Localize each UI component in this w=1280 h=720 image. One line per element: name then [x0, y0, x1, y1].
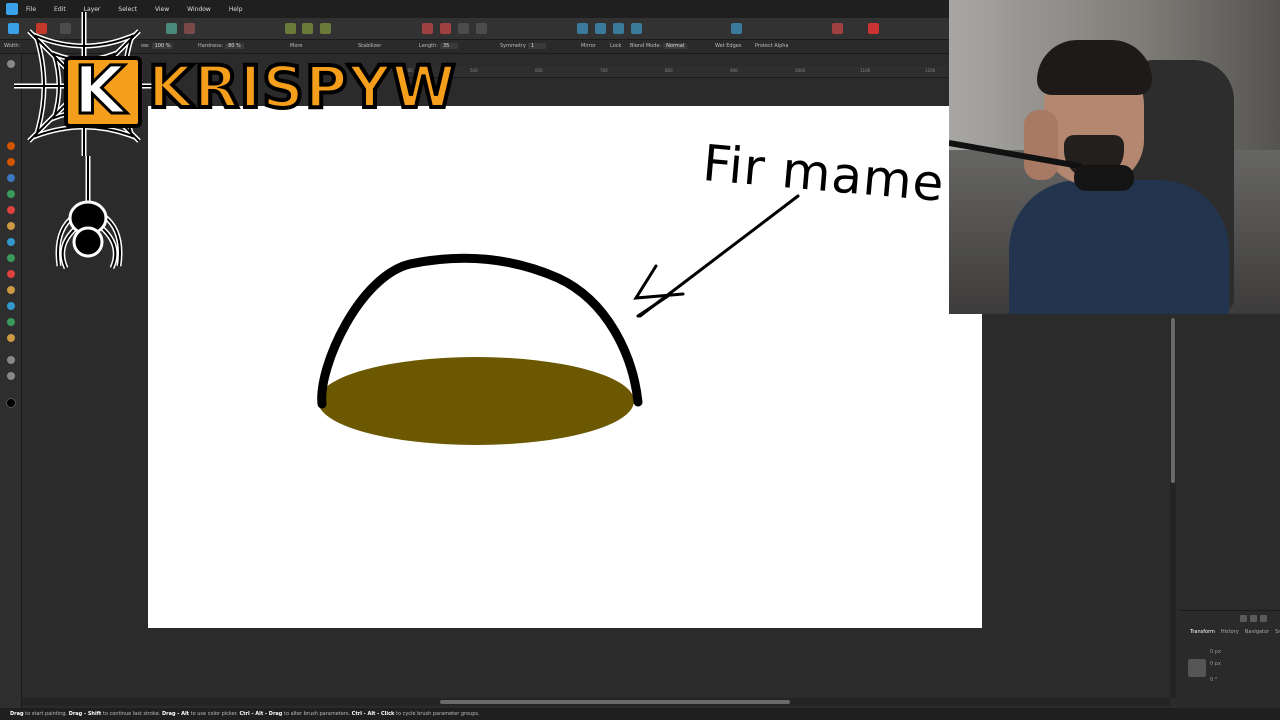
arrange-front-icon[interactable] [631, 23, 642, 34]
refine-icon[interactable] [458, 23, 469, 34]
anchor-selector-icon[interactable] [1188, 659, 1206, 677]
symmetry-label: Symmetry [500, 43, 526, 49]
status-hint-key: Ctrl - Alt - Drag [239, 711, 283, 717]
crop-icon[interactable] [832, 23, 843, 34]
status-hint-text: to alter brush parameters. [282, 711, 352, 717]
tab-snapshots[interactable]: Sn [1275, 629, 1280, 639]
hand-tool-icon[interactable] [7, 356, 15, 364]
transform-rotation-field[interactable]: 0 ° [1210, 677, 1217, 683]
vertical-scroll-thumb[interactable] [1171, 318, 1175, 483]
webcam-person-hair [1037, 40, 1152, 95]
wet-edges-toggle[interactable]: Wet Edges [715, 43, 741, 49]
status-bar: Drag to start painting. Drag - Shift to … [0, 708, 1280, 720]
align-icon[interactable] [731, 23, 742, 34]
horizontal-scroll-thumb[interactable] [440, 700, 790, 704]
arrange-forward-icon[interactable] [613, 23, 624, 34]
lock-toggle[interactable]: Lock [610, 43, 621, 49]
mask-icon[interactable] [422, 23, 433, 34]
panel-fx-icon[interactable] [1260, 615, 1267, 622]
transform-x-field[interactable]: 0 px [1210, 649, 1221, 655]
horizontal-ruler: 400 500 600 700 800 900 1000 1100 1200 [395, 66, 950, 78]
shape-tool-icon[interactable] [7, 318, 15, 326]
ruler-tick: 1100 [860, 68, 871, 73]
status-hint-text: to use color picker. [189, 711, 240, 717]
quick-mask-icon[interactable] [440, 23, 451, 34]
tab-navigator[interactable]: Navigator [1245, 629, 1269, 639]
blend-mode-label: Blend Mode: [630, 43, 662, 49]
panel-tabs: Transform History Navigator Sn [1180, 629, 1280, 639]
smudge-tool-icon[interactable] [7, 286, 15, 294]
panel-icons [1240, 615, 1267, 622]
channel-logo: K KRISPYW [4, 6, 457, 274]
panel-layers-icon[interactable] [1240, 615, 1247, 622]
ruler-tick: 1000 [795, 68, 806, 73]
symmetry-control[interactable]: Symmetry 1 [500, 43, 546, 49]
length-label: Length: [419, 43, 438, 49]
ruler-tick: 700 [600, 68, 608, 73]
webcam-overlay [949, 0, 1280, 314]
logo-brand-text: KRISPYW [146, 51, 457, 123]
arrange-backward-icon[interactable] [595, 23, 606, 34]
status-hint-text: to cycle brush parameter groups. [394, 711, 480, 717]
erase-selection-icon[interactable] [476, 23, 487, 34]
length-field[interactable]: 35 [439, 43, 458, 49]
app-window: File Edit Layer Select View Window Help … [0, 0, 1280, 720]
mirror-toggle[interactable]: Mirror [581, 43, 596, 49]
symmetry-field[interactable]: 1 [527, 43, 546, 49]
record-icon[interactable] [868, 23, 879, 34]
status-hint-key: Drag - Shift [68, 711, 102, 717]
length-control[interactable]: Length: 35 [419, 43, 458, 49]
color-swatch[interactable] [6, 398, 16, 408]
status-hint-text: to start painting. [23, 711, 69, 717]
arrow-head [633, 264, 685, 318]
ruler-tick: 800 [665, 68, 673, 73]
webcam-person-body [1009, 180, 1229, 314]
zoom-tool-icon[interactable] [7, 372, 15, 380]
ruler-tick: 1200 [925, 68, 936, 73]
pen-tool-icon[interactable] [7, 334, 15, 342]
status-hint-key: Drag [10, 711, 24, 717]
ruler-tick: 600 [535, 68, 543, 73]
blur-tool-icon[interactable] [7, 302, 15, 310]
webcam-person-hand [1024, 110, 1058, 180]
webcam-microphone [1074, 165, 1134, 191]
tab-history[interactable]: History [1221, 629, 1239, 639]
transform-panel: Transform History Navigator Sn 0 px 0 px… [1180, 610, 1280, 708]
tab-transform[interactable]: Transform [1190, 629, 1215, 639]
ruler-tick: 900 [730, 68, 738, 73]
protect-alpha-toggle[interactable]: Protect Alpha [755, 43, 788, 49]
ruler-tick: 500 [470, 68, 478, 73]
vertical-scrollbar[interactable] [1170, 318, 1176, 698]
blend-mode-control[interactable]: Blend Mode: Normal [630, 43, 688, 49]
filled-ellipse [318, 357, 634, 445]
panel-mask-icon[interactable] [1250, 615, 1257, 622]
logo-k-letter: K [72, 51, 126, 131]
status-hint-key: Drag - Alt [161, 711, 190, 717]
horizontal-scrollbar[interactable] [22, 698, 1170, 706]
transform-y-field[interactable]: 0 px [1210, 661, 1221, 667]
spider-web-icon [14, 12, 154, 270]
arrange-back-icon[interactable] [577, 23, 588, 34]
status-hint-key: Ctrl - Alt - Click [351, 711, 395, 717]
blend-mode-select[interactable]: Normal [663, 43, 688, 49]
status-hint-text: to continue last stroke. [101, 711, 162, 717]
